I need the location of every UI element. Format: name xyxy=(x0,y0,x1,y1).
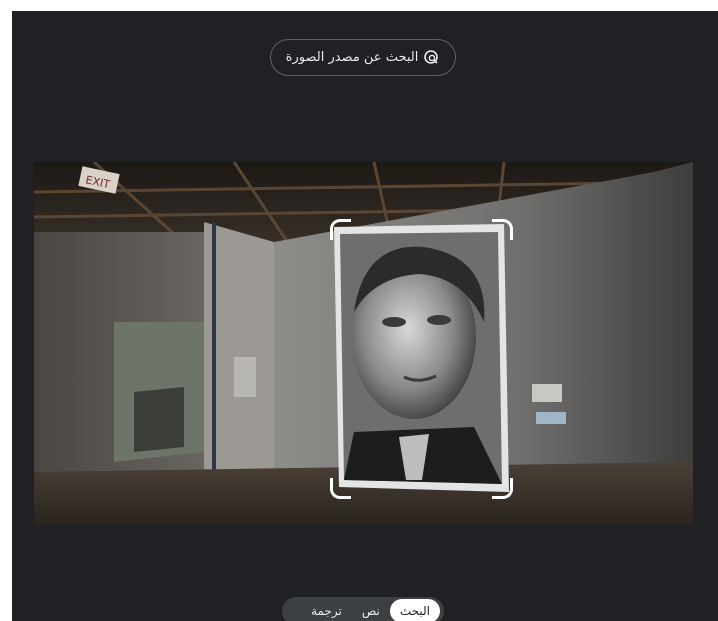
crop-handle-top-left[interactable] xyxy=(330,219,351,240)
mode-tabs: البحث نص ترجمة xyxy=(282,597,444,621)
crop-selection[interactable] xyxy=(330,219,513,499)
image-preview[interactable]: EXIT xyxy=(34,162,693,525)
tab-text[interactable]: نص xyxy=(352,599,390,621)
crop-handle-bottom-left[interactable] xyxy=(330,478,351,499)
lens-viewer: البحث عن مصدر الصورة EXIT البحث نص ترجمة xyxy=(12,11,718,621)
find-image-source-button[interactable]: البحث عن مصدر الصورة xyxy=(270,39,456,76)
tab-translate[interactable]: ترجمة xyxy=(301,599,352,621)
image-search-icon xyxy=(424,49,440,66)
crop-handle-bottom-right[interactable] xyxy=(492,478,513,499)
find-image-source-label: البحث عن مصدر الصورة xyxy=(285,50,419,65)
tab-search[interactable]: البحث xyxy=(389,599,440,621)
crop-handle-top-right[interactable] xyxy=(492,219,513,240)
